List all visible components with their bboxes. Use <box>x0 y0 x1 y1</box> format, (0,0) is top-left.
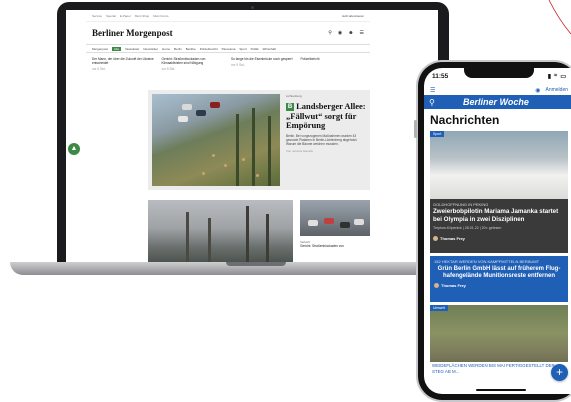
nav-item[interactable]: Wirtschaft <box>263 47 276 51</box>
laptop-notch <box>226 262 286 266</box>
search-icon[interactable]: ⚲ <box>328 30 332 36</box>
bobsled-photo <box>430 131 568 199</box>
phone-notch <box>464 68 534 78</box>
secondary-row: Verkehr Gericht: Straßenblockaden von <box>148 200 370 262</box>
nav-item[interactable]: Polizeibericht <box>200 47 218 51</box>
nav-item[interactable]: Panorama <box>222 47 236 51</box>
hero-article[interactable]: Lichtenberg B Landsberger Allee: „Fällwu… <box>148 90 370 190</box>
article-card-environment[interactable]: Umwelt WEIDEFLÄCHEN WERDEN BIS MAI FERTI… <box>430 305 568 375</box>
teaser-row: Der Mann, der über die Zukunft der Ukrai… <box>86 53 370 75</box>
main-nav: Morgenpost Abo Newsletter Newsticker Hom… <box>86 44 370 53</box>
masthead: Berliner Morgenpost ⚲ ◉ ☻ ☰ <box>86 22 370 44</box>
hero-image <box>152 94 280 186</box>
card-author: Thomas Frey <box>434 283 564 288</box>
hamburger-menu-icon[interactable]: ☰ <box>430 87 435 94</box>
article-card-highlight[interactable]: 152 HEKTAR WERDEN VON KAMPFMITTELN BERÄU… <box>430 256 568 302</box>
teaser-item[interactable]: Gericht: Straßenblockaden von Klimaaktiv… <box>162 57 226 71</box>
teaser-item[interactable]: Der Mann, der über die Zukunft der Ukrai… <box>92 57 156 71</box>
product-mockup: ▲ Service Spezial E-Paper Mein Shop Mein… <box>0 0 571 402</box>
article-image-street[interactable] <box>148 200 293 262</box>
phone-side-button <box>414 120 417 138</box>
brand-bar: ⚲ Berliner Woche <box>424 95 571 109</box>
login-link[interactable]: Anmelden <box>545 87 568 93</box>
signal-icon: ▮ <box>547 74 552 80</box>
battery-icon: ▭ <box>560 74 566 80</box>
top-link[interactable]: Mein Konto <box>153 14 168 18</box>
decorative-red-line <box>548 0 571 35</box>
top-link[interactable]: Mein Shop <box>135 14 149 18</box>
brand-logo[interactable]: Berliner Woche <box>435 97 557 107</box>
teaser-date: vor 6 Std. <box>92 67 106 71</box>
category-tag: Sport <box>430 131 445 137</box>
category-tag: Umwelt <box>430 305 448 311</box>
article-card-sport[interactable]: Sport GOLDHOFFNUNG IN PEKING Zweierbobpi… <box>430 131 568 253</box>
card-headline: Zweierbobpilotin Mariama Jamanka startet… <box>433 208 559 223</box>
card-headline: Grün Berlin GmbH lässt auf früherem Flug… <box>437 266 561 279</box>
teaser-date: vor 9 Std. <box>231 63 245 67</box>
phone-toolbar: ☰ ◉ Anmelden <box>424 85 571 95</box>
laptop-screen-margin-left <box>66 10 86 262</box>
nav-item[interactable]: Politik <box>251 47 259 51</box>
nav-item[interactable]: Sport <box>239 47 246 51</box>
nav-item[interactable]: Newsticker <box>143 47 158 51</box>
teaser-title: Polizeibericht <box>300 57 320 61</box>
top-link[interactable]: Service <box>92 14 102 18</box>
nav-item[interactable]: Berlin <box>174 47 182 51</box>
card-author: Thomas Frey <box>433 236 465 241</box>
card-meta: Treptow-Köpenick | 28.01.22 | 20× gelese… <box>433 226 502 230</box>
section-title: Nachrichten <box>430 113 500 127</box>
avatar <box>434 283 439 288</box>
top-link[interactable]: Spezial <box>106 14 116 18</box>
hero-author: Von Jessica Hanack <box>286 148 314 153</box>
teaser-date: vor 6 Std. <box>161 67 176 71</box>
laptop-screen: Service Spezial E-Paper Mein Shop Mein K… <box>86 10 370 262</box>
teaser-item[interactable]: Polizeibericht <box>301 57 365 71</box>
utility-bar: Service Spezial E-Paper Mein Shop Mein K… <box>86 10 370 22</box>
article-image-traffic[interactable] <box>300 200 370 236</box>
nav-item-active[interactable]: Abo <box>111 46 122 51</box>
nav-item[interactable]: Bezirke <box>186 47 196 51</box>
phone-screen: 11:55 ▮ ≈ ▭ ☰ ◉ Anmelden ⚲ Berliner Woch… <box>424 68 571 394</box>
home-indicator <box>476 389 526 391</box>
menu-icon[interactable]: ☰ <box>360 30 364 36</box>
hero-kicker: Lichtenberg <box>286 94 302 98</box>
laptop-camera <box>251 6 254 9</box>
green-app-icon[interactable]: ▲ <box>68 143 80 155</box>
location-pin-icon[interactable]: ◉ <box>535 87 540 94</box>
avatar <box>433 236 438 241</box>
author-name: Thomas Frey <box>441 283 466 288</box>
article-teaser[interactable]: Verkehr Gericht: Straßenblockaden von <box>300 240 370 248</box>
author-name: Thomas Frey <box>440 236 465 241</box>
teaser-title: So lange bis die Eisenbrücke noch gesper… <box>231 57 293 61</box>
site-logo[interactable]: Berliner Morgenpost <box>92 28 173 38</box>
location-icon[interactable]: ◉ <box>338 30 342 36</box>
hero-headline[interactable]: B Landsberger Allee: „Fällwut“ sorgt für… <box>286 101 366 131</box>
clock: 11:55 <box>432 73 449 80</box>
user-icon[interactable]: ☻ <box>348 30 353 36</box>
subscribe-link[interactable]: Jetzt abonnieren <box>342 14 364 18</box>
wifi-icon: ≈ <box>554 73 558 79</box>
hero-summary: Berlin. Bei vorgezogenen Maßnahmen wurde… <box>286 133 358 146</box>
card-kicker: 152 HEKTAR WERDEN VON KAMPFMITTELN BERÄU… <box>434 259 540 264</box>
nav-item[interactable]: Newsletter <box>125 47 139 51</box>
article-headline: Gericht: Straßenblockaden von <box>300 244 344 248</box>
teaser-title: Gericht: Straßenblockaden von Klimaaktiv… <box>161 57 206 65</box>
add-button[interactable]: + <box>551 364 568 381</box>
card-caption: WEIDEFLÄCHEN WERDEN BIS MAI FERTIGGESTEL… <box>430 362 568 375</box>
card-kicker: GOLDHOFFNUNG IN PEKING <box>433 202 489 207</box>
teaser-title: Der Mann, der über die Zukunft der Ukrai… <box>92 57 154 65</box>
nav-item[interactable]: Home <box>162 47 170 51</box>
top-link[interactable]: E-Paper <box>120 14 131 18</box>
nav-item[interactable]: Morgenpost <box>92 47 108 51</box>
teaser-item[interactable]: So lange bis die Eisenbrücke noch gesper… <box>231 57 295 71</box>
